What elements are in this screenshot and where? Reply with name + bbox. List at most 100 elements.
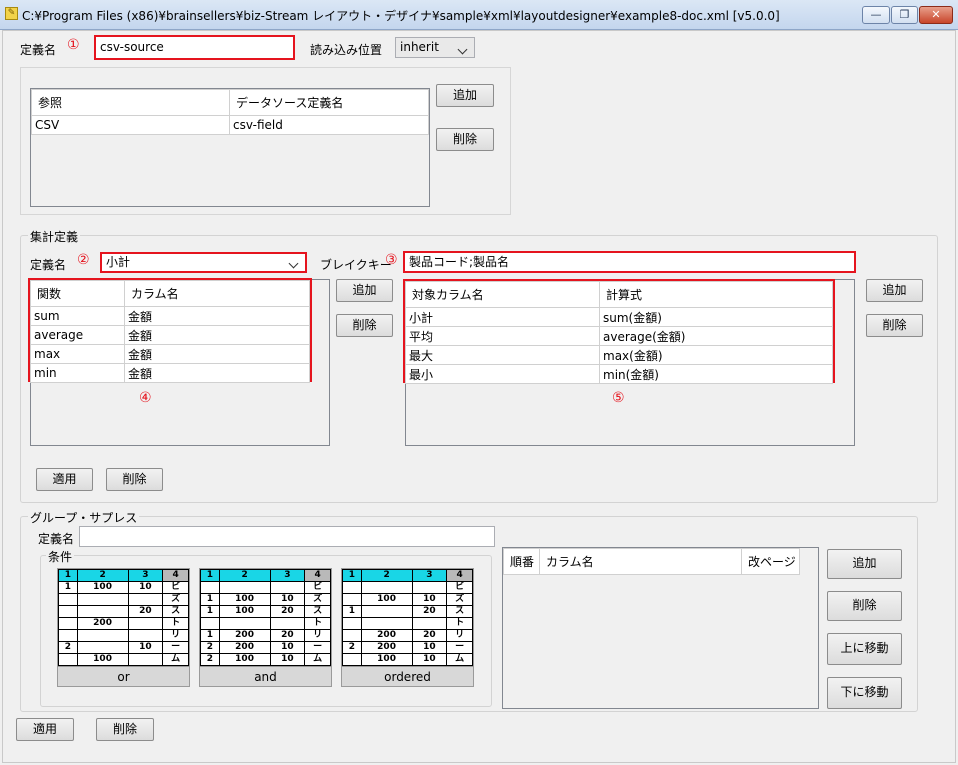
apply-button[interactable]: 適用 — [16, 718, 74, 741]
table-cell: sum(金額) — [599, 307, 833, 327]
table-cell: min — [30, 363, 125, 383]
break-key-input[interactable]: 製品コード;製品名 — [403, 251, 856, 273]
calc-add-button[interactable]: 追加 — [866, 279, 923, 302]
table-row[interactable]: CSV csv-field — [31, 115, 429, 135]
minimize-button[interactable]: — — [862, 6, 890, 24]
table-cell: sum — [30, 306, 125, 326]
column-header[interactable]: 順番 — [503, 548, 540, 575]
grid-cell: 2 — [58, 641, 78, 654]
table-cell: CSV — [31, 115, 230, 135]
table-row[interactable]: average 金額 — [30, 325, 310, 345]
group-suppress-name-input[interactable] — [79, 526, 495, 547]
table-row[interactable]: 最大 max(金額) — [405, 345, 833, 365]
condition-grid: 1234 ビ 100 10 ズ 1 20 ス ト 200 20 リ 2 200 10 ー 100 1… — [342, 569, 473, 666]
grid-cell: 10 — [269, 593, 306, 606]
table-row[interactable]: sum 金額 — [30, 306, 310, 326]
read-position-label: 読み込み位置 — [310, 43, 383, 57]
aggregate-group-label: 集計定義 — [28, 228, 81, 245]
table-cell: 金額 — [124, 363, 310, 383]
table-cell: max — [30, 344, 125, 364]
grid-cell — [127, 593, 164, 606]
grid-cell — [58, 617, 78, 630]
grid-cell: 1 — [342, 605, 362, 618]
table-row[interactable]: 最小 min(金額) — [405, 364, 833, 384]
move-up-button[interactable]: 上に移動 — [827, 633, 902, 665]
grid-cell: 4 — [446, 569, 473, 582]
grid-cell: ト — [304, 617, 331, 630]
condition-caption: and — [200, 666, 331, 686]
column-header[interactable]: カラム名 — [539, 548, 742, 575]
table-cell: max(金額) — [599, 345, 833, 365]
grid-cell: 1 — [200, 593, 220, 606]
function-add-button[interactable]: 追加 — [336, 279, 393, 302]
reference-add-button[interactable]: 追加 — [436, 84, 494, 107]
table-row[interactable]: min 金額 — [30, 363, 310, 383]
grid-cell: 1 — [200, 569, 220, 582]
table-row[interactable]: max 金額 — [30, 344, 310, 364]
table-cell: 金額 — [124, 344, 310, 364]
aggregate-apply-button[interactable]: 適用 — [36, 468, 93, 491]
calc-table-highlight: 対象カラム名 計算式 小計 sum(金額) 平均 average(金額) 最大 max… — [403, 279, 835, 384]
grid-cell: ト — [162, 617, 189, 630]
table-row[interactable]: 平均 average(金額) — [405, 326, 833, 346]
move-down-button[interactable]: 下に移動 — [827, 677, 902, 709]
table-cell: 金額 — [124, 325, 310, 345]
grid-cell — [342, 617, 362, 630]
grid-cell: 10 — [411, 641, 448, 654]
condition-label: 条件 — [46, 548, 75, 565]
grid-cell: ビ — [304, 581, 331, 594]
definition-name-input[interactable]: csv-source — [94, 35, 295, 60]
table-cell: min(金額) — [599, 364, 833, 384]
grid-cell: 2 — [76, 569, 129, 582]
grid-cell: 3 — [269, 569, 306, 582]
grid-cell: ズ — [304, 593, 331, 606]
grid-cell: 200 — [218, 629, 271, 642]
suppress-add-button[interactable]: 追加 — [827, 549, 902, 579]
read-position-select[interactable]: inherit — [395, 37, 475, 58]
grid-cell: 2 — [200, 653, 220, 666]
maximize-button[interactable]: ❐ — [891, 6, 918, 24]
aggregate-name-select[interactable]: 小計 — [100, 252, 307, 273]
table-cell: 最大 — [405, 345, 600, 365]
grid-cell: 200 — [360, 629, 413, 642]
close-button[interactable]: ✕ — [919, 6, 953, 24]
condition-or[interactable]: 1234 1 100 10 ビ ズ 20 ス 200 ト リ 2 10 ー 100 ム or — [57, 568, 190, 687]
grid-cell — [342, 581, 362, 594]
definition-name-label: 定義名 — [20, 43, 57, 57]
grid-cell: 100 — [76, 581, 129, 594]
suppress-delete-button[interactable]: 削除 — [827, 591, 902, 621]
calc-table: 対象カラム名 計算式 小計 sum(金額) 平均 average(金額) 最大 max… — [405, 281, 833, 384]
column-header[interactable]: 改ページ — [741, 548, 800, 575]
column-header[interactable]: 対象カラム名 — [405, 281, 600, 308]
grid-cell: 3 — [127, 569, 164, 582]
column-header[interactable]: カラム名 — [124, 280, 310, 307]
grid-cell: 200 — [76, 617, 129, 630]
suppress-column-list[interactable]: 順番 カラム名 改ページ — [502, 547, 819, 709]
grid-cell — [342, 629, 362, 642]
table-row[interactable]: 小計 sum(金額) — [405, 307, 833, 327]
function-table: 関数 カラム名 sum 金額 average 金額 max 金額 min 金額 — [30, 280, 310, 383]
grid-cell: 200 — [360, 641, 413, 654]
column-header[interactable]: 関数 — [30, 280, 125, 307]
column-header[interactable]: データソース定義名 — [229, 89, 429, 116]
column-header[interactable]: 参照 — [31, 89, 230, 116]
reference-list[interactable]: 参照 データソース定義名 CSV csv-field — [30, 88, 430, 207]
grid-cell: 2 — [360, 569, 413, 582]
aggregate-remove-button[interactable]: 削除 — [106, 468, 163, 491]
table-cell: average(金額) — [599, 326, 833, 346]
grid-cell — [76, 593, 129, 606]
condition-ordered[interactable]: 1234 ビ 100 10 ズ 1 20 ス ト 200 20 リ 2 200 10 ー 100 1… — [341, 568, 474, 687]
grid-cell: 20 — [127, 605, 164, 618]
condition-and[interactable]: 1234 ビ 1 100 10 ズ 1 100 20 ス ト 1 200 20 リ 2 200 10 ー… — [199, 568, 332, 687]
grid-cell: 10 — [411, 593, 448, 606]
read-position-value: inherit — [400, 40, 439, 54]
column-header[interactable]: 計算式 — [599, 281, 833, 308]
reference-delete-button[interactable]: 削除 — [436, 128, 494, 151]
grid-cell — [200, 617, 220, 630]
function-delete-button[interactable]: 削除 — [336, 314, 393, 337]
grid-cell: 200 — [218, 641, 271, 654]
grid-cell — [360, 581, 413, 594]
grid-cell: 10 — [127, 641, 164, 654]
calc-delete-button[interactable]: 削除 — [866, 314, 923, 337]
delete-button[interactable]: 削除 — [96, 718, 154, 741]
